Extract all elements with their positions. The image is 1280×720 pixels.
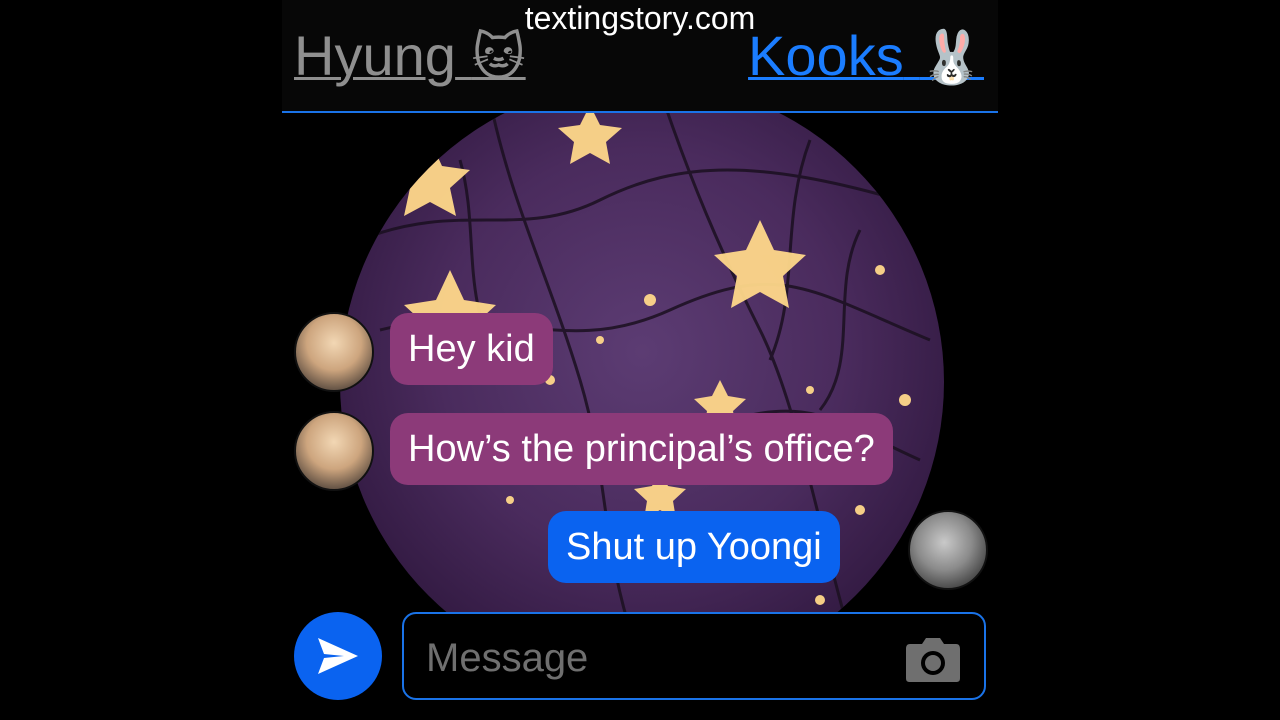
chat-screen: textingstory.com Hyung 🐱 Kooks 🐰 Hey kid… [282, 0, 998, 720]
paper-plane-icon [318, 638, 358, 674]
send-button[interactable] [294, 612, 382, 700]
outgoing-message-bubble[interactable]: Shut up Yoongi [548, 511, 840, 583]
contact-avatar-yoongi [294, 411, 374, 491]
camera-icon[interactable] [904, 632, 962, 684]
watermark: textingstory.com [524, 0, 756, 36]
message-row: Hey kid [294, 312, 998, 392]
cat-emoji-icon: 🐱 [471, 28, 526, 88]
message-row: Shut up Yoongi [282, 510, 998, 590]
message-row: How’s the principal’s office? [294, 411, 998, 491]
incoming-message-bubble[interactable]: How’s the principal’s office? [390, 413, 893, 485]
sender-avatar [908, 510, 988, 590]
rabbit-emoji-icon: 🐰 [919, 28, 984, 88]
message-input[interactable]: Message [402, 612, 986, 700]
contact-avatar-yoongi [294, 312, 374, 392]
message-composer: Message [282, 600, 998, 720]
incoming-message-bubble[interactable]: Hey kid [390, 313, 553, 385]
message-placeholder: Message [426, 636, 589, 680]
